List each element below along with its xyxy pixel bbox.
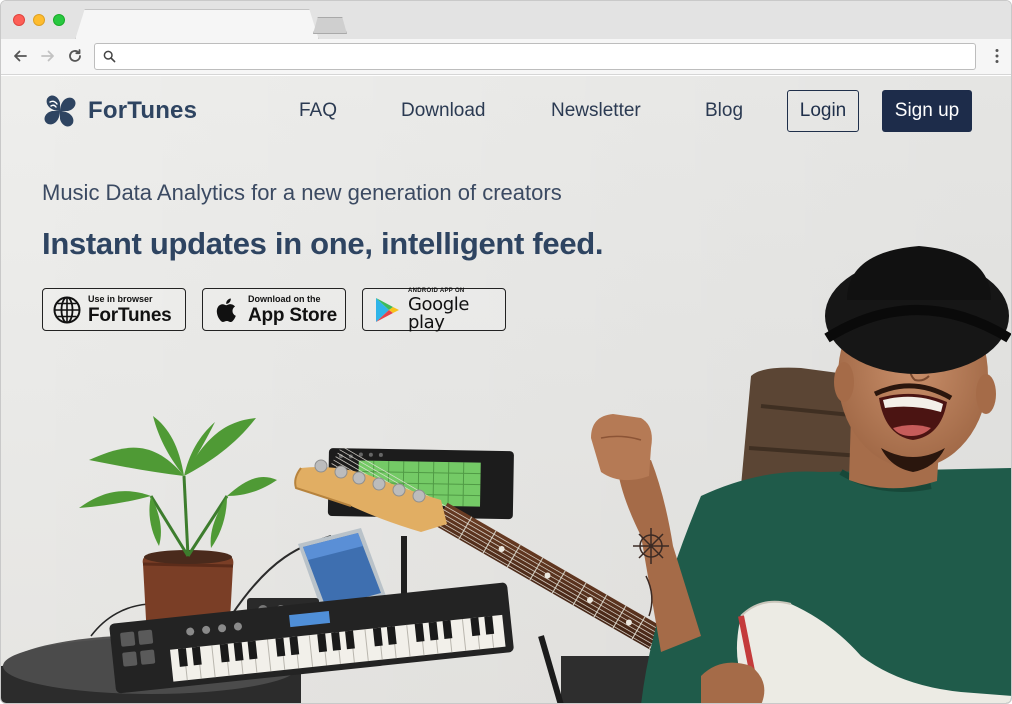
use-in-browser-badge[interactable]: Use in browser ForTunes [42, 288, 186, 331]
hero-photo [1, 76, 1011, 703]
browser-toolbar [1, 39, 1011, 75]
login-button[interactable]: Login [787, 90, 859, 132]
app-store-badge[interactable]: Download on the App Store [202, 288, 346, 331]
browser-menu-icon[interactable] [995, 48, 999, 64]
nav-link-download[interactable]: Download [401, 100, 486, 122]
apple-icon [216, 298, 236, 322]
reload-icon[interactable] [64, 45, 86, 67]
back-arrow-icon[interactable] [9, 45, 31, 67]
google-play-badge[interactable]: ANDROID APP ON Google play [362, 288, 506, 331]
nav-link-newsletter[interactable]: Newsletter [551, 100, 641, 122]
badge-gplay-small: ANDROID APP ON [408, 287, 465, 294]
nav-link-faq[interactable]: FAQ [299, 100, 337, 122]
minimize-window-button[interactable] [33, 14, 45, 26]
clover-logo-icon [44, 95, 76, 127]
badge-web-big: ForTunes [88, 304, 172, 326]
logo-wordmark: ForTunes [88, 97, 198, 124]
page-viewport: ForTunes FAQ Download Newsletter Blog Lo… [1, 76, 1011, 703]
address-bar[interactable] [94, 43, 976, 70]
maximize-window-button[interactable] [53, 14, 65, 26]
close-window-button[interactable] [13, 14, 25, 26]
badge-appstore-big: App Store [248, 304, 337, 326]
browser-window: ForTunes FAQ Download Newsletter Blog Lo… [0, 0, 1012, 704]
badge-appstore-small: Download on the [248, 293, 321, 304]
browser-titlebar [1, 1, 1011, 40]
forward-arrow-icon[interactable] [37, 45, 59, 67]
google-play-icon [376, 297, 399, 322]
nav-link-blog[interactable]: Blog [705, 100, 743, 122]
new-tab-button[interactable] [313, 17, 347, 34]
browser-tab-active[interactable] [75, 9, 319, 40]
signup-button[interactable]: Sign up [882, 90, 972, 132]
hero-subtitle: Music Data Analytics for a new generatio… [42, 180, 562, 205]
url-input[interactable] [123, 47, 963, 66]
badge-web-small: Use in browser [88, 293, 153, 304]
hero-title: Instant updates in one, intelligent feed… [42, 226, 604, 261]
badge-gplay-big: Google play [408, 293, 470, 333]
search-icon [103, 50, 116, 63]
globe-icon [53, 296, 81, 323]
site-logo[interactable]: ForTunes [41, 92, 197, 130]
